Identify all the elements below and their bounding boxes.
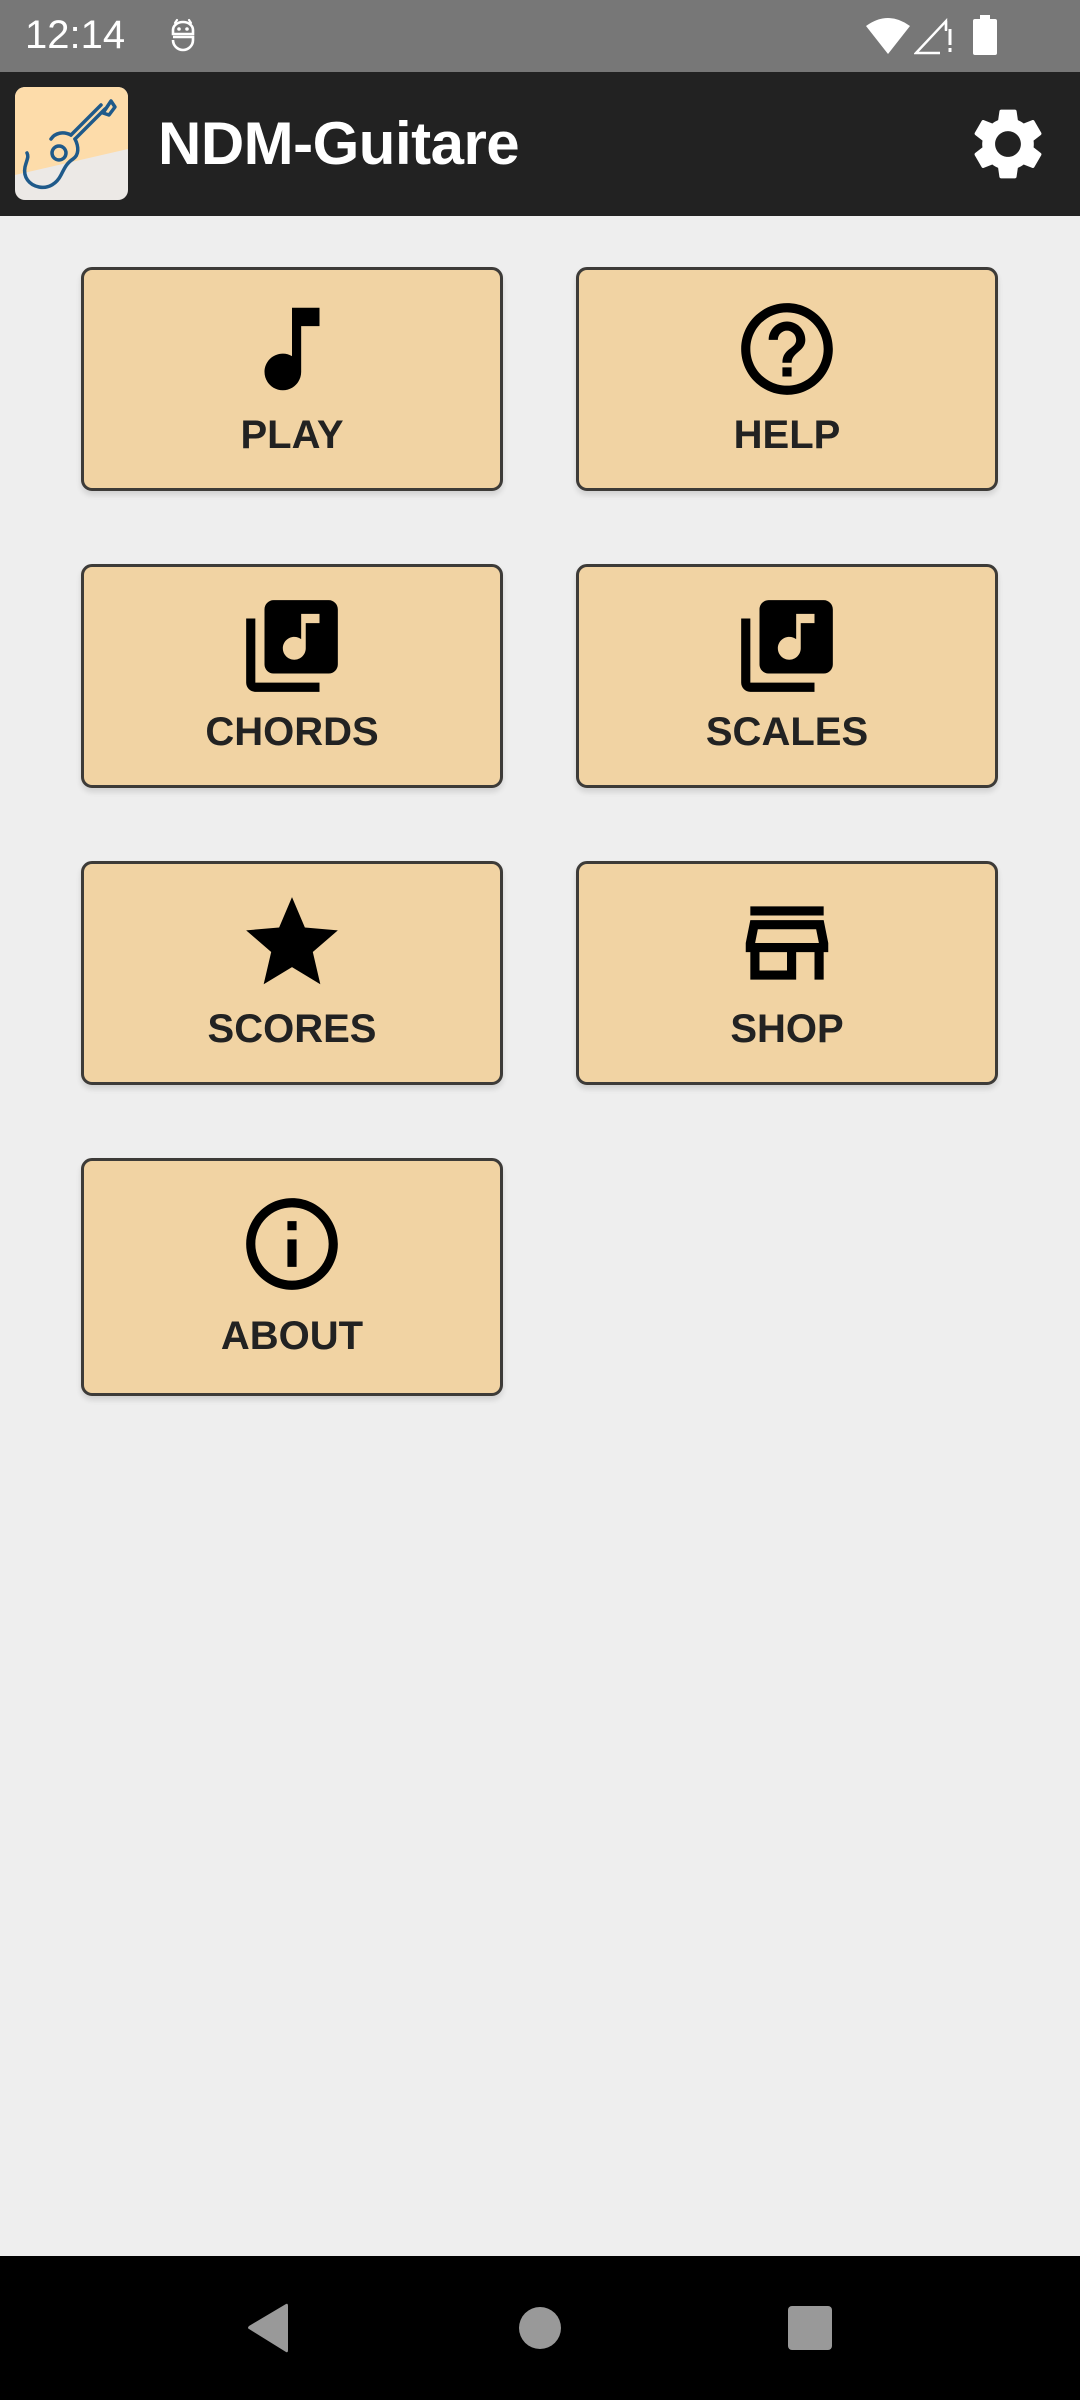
about-label: ABOUT: [220, 1314, 364, 1358]
status-time: 12:14: [25, 13, 126, 57]
signal-no-data-icon: [914, 17, 952, 55]
nav-back-button[interactable]: [218, 2278, 318, 2378]
nav-home-button[interactable]: [490, 2278, 590, 2378]
music-note-icon: [264, 307, 320, 391]
help-circle-icon: [741, 303, 833, 395]
library-music-icon: [741, 600, 833, 692]
system-nav-bar: [0, 2256, 1080, 2400]
home-icon: [519, 2307, 561, 2349]
info-circle-icon: [246, 1198, 338, 1290]
star-icon: [246, 897, 338, 985]
storefront-icon: [745, 906, 829, 980]
play-button[interactable]: PLAY: [81, 267, 503, 491]
scales-label: SCALES: [705, 710, 869, 754]
app-title: NDM-Guitare: [158, 110, 520, 177]
library-music-icon: [246, 600, 338, 692]
battery-full-icon: [973, 15, 997, 55]
nav-recents-button[interactable]: [760, 2278, 860, 2378]
help-button[interactable]: HELP: [576, 267, 998, 491]
chords-label: CHORDS: [205, 710, 379, 754]
chords-button[interactable]: CHORDS: [81, 564, 503, 788]
app-bar: NDM-Guitare: [0, 72, 1080, 216]
shop-label: SHOP: [730, 1007, 844, 1051]
recents-icon: [788, 2306, 832, 2350]
help-label: HELP: [733, 413, 841, 457]
gear-icon: [974, 109, 1042, 179]
scores-label: SCORES: [207, 1007, 377, 1051]
wifi-icon: [866, 18, 910, 54]
status-bar: 12:14: [0, 0, 1080, 72]
settings-button[interactable]: [958, 94, 1058, 194]
play-label: PLAY: [240, 413, 344, 457]
scales-button[interactable]: SCALES: [576, 564, 998, 788]
guitar-icon: [15, 87, 128, 200]
about-button[interactable]: ABOUT: [81, 1158, 503, 1396]
notification-robot-icon: [171, 18, 195, 52]
shop-button[interactable]: SHOP: [576, 861, 998, 1085]
scores-button[interactable]: SCORES: [81, 861, 503, 1085]
back-icon: [248, 2303, 288, 2353]
